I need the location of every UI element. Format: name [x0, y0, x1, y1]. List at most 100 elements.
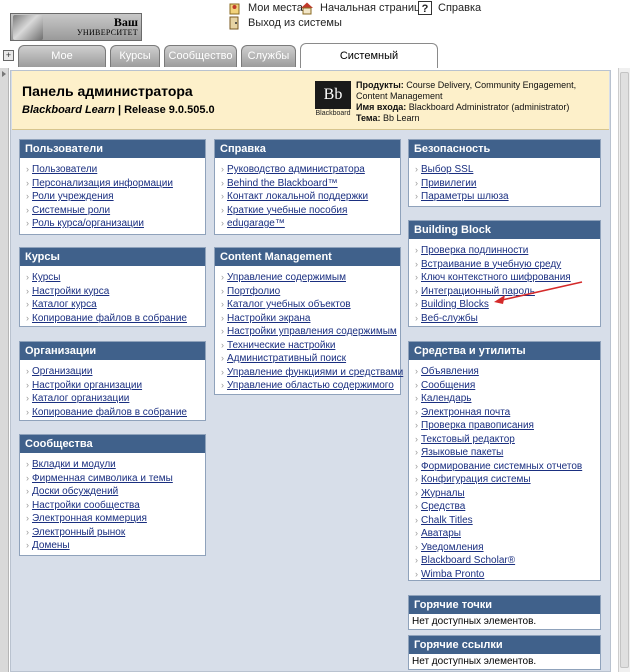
module-link[interactable]: Chalk Titles [421, 515, 473, 526]
module-link[interactable]: Building Blocks [421, 299, 489, 310]
list-item: › Портфолио [221, 285, 400, 299]
module-link[interactable]: Управление функциями и средствами [227, 367, 403, 378]
module-link[interactable]: Каталог организации [32, 393, 129, 404]
module-link[interactable]: Административный поиск [227, 353, 346, 364]
list-item: › Роль курса/организации [26, 217, 205, 231]
module-link[interactable]: Организации [32, 366, 92, 377]
list-item: › Пользователи [26, 163, 205, 177]
list-item: › Календарь [415, 392, 600, 406]
module-link[interactable]: Управление областью содержимого [227, 380, 394, 391]
list-item: › Электронная почта [415, 406, 600, 420]
module-link[interactable]: Встраивание в учебную среду [421, 259, 561, 270]
module-link[interactable]: Доски обсуждений [32, 486, 118, 497]
module-help: Справка › Руководство администратора › Behi… [214, 139, 401, 235]
module-link[interactable]: Параметры шлюза [421, 191, 509, 202]
module-link[interactable]: Blackboard Scholar® [421, 555, 515, 566]
module-title: Content Management [215, 248, 400, 266]
list-item: › Управление содержимым [221, 271, 400, 285]
module-link[interactable]: Привилегии [421, 178, 476, 189]
module-link[interactable]: Журналы [421, 488, 465, 499]
module-link[interactable]: Настройки курса [32, 286, 109, 297]
university-logo[interactable]: Ваш УНИВЕРСИТЕТ [10, 13, 142, 41]
tab-services[interactable]: Службы [241, 45, 296, 67]
module-link[interactable]: Аватары [421, 528, 461, 539]
module-link[interactable]: Управление содержимым [227, 272, 346, 283]
module-link[interactable]: Домены [32, 540, 70, 551]
list-item: › Копирование файлов в собрание [26, 406, 205, 420]
module-link[interactable]: Настройки управления содержимым [227, 326, 397, 337]
list-item: › Встраивание в учебную среду [415, 258, 600, 272]
module-link[interactable]: Объявления [421, 366, 479, 377]
list-item: › Вкладки и модули [26, 458, 205, 472]
module-list: › Вкладки и модули › Фирменная символика и … [20, 453, 205, 553]
my-places-icon [229, 3, 240, 15]
module-link[interactable]: Проверка правописания [421, 420, 534, 431]
module-link[interactable]: Копирование файлов в собрание [32, 407, 187, 418]
module-link[interactable]: Каталог учебных объектов [227, 299, 351, 310]
module-link[interactable]: Портфолио [227, 286, 280, 297]
list-item: › Аватары [415, 527, 600, 541]
module-list: › Пользователи › Персонализация информации … [20, 158, 205, 231]
vertical-scrollbar[interactable] [618, 68, 630, 672]
module-title: Курсы [20, 248, 205, 266]
module-link[interactable]: Календарь [421, 393, 471, 404]
module-link[interactable]: Пользователи [32, 164, 97, 175]
module-link[interactable]: edugarage™ [227, 218, 285, 229]
module-link[interactable]: Копирование файлов в собрание [32, 313, 187, 324]
module-link[interactable]: Ключ контекстного шифрования [421, 272, 571, 283]
module-link[interactable]: Уведомления [421, 542, 484, 553]
tab-courses[interactable]: Курсы [110, 45, 160, 67]
module-link[interactable]: Контакт локальной поддержки [227, 191, 368, 202]
module-link[interactable]: Настройки сообщества [32, 500, 140, 511]
module-link[interactable]: Системные роли [32, 205, 110, 216]
module-link[interactable]: Интеграционный пароль [421, 286, 535, 297]
list-item: › Настройки экрана [221, 312, 400, 326]
module-link[interactable]: Формирование системных отчетов [421, 461, 582, 472]
list-item: › Параметры шлюза [415, 190, 600, 204]
logout-icon [229, 16, 239, 30]
module-link[interactable]: Роли учреждения [32, 191, 114, 202]
module-link[interactable]: Проверка подлинности [421, 245, 528, 256]
tab-menu-toggle-icon[interactable]: + [3, 50, 14, 61]
list-item: › Каталог учебных объектов [221, 298, 400, 312]
module-title: Сообщества [20, 435, 205, 453]
module-link[interactable]: Сообщения [421, 380, 475, 391]
module-link[interactable]: Краткие учебные пособия [227, 205, 347, 216]
module-link[interactable]: Текстовый редактор [421, 434, 515, 445]
module-link[interactable]: Персонализация информации [32, 178, 173, 189]
list-item: › Проверка правописания [415, 419, 600, 433]
module-link[interactable]: Роль курса/организации [32, 218, 144, 229]
module-link[interactable]: Настройки экрана [227, 313, 311, 324]
module-list: › Организации › Настройки организации › Катал… [20, 360, 205, 419]
module-security: Безопасность › Выбор SSL › Привилегии › Парам… [408, 139, 601, 207]
collapse-sidebar-handle[interactable] [0, 68, 9, 672]
tab-system-admin[interactable]: Системный администратор [300, 43, 438, 86]
module-link[interactable]: Фирменная символика и темы [32, 473, 173, 484]
module-link[interactable]: Курсы [32, 272, 60, 283]
module-link[interactable]: Технические настройки [227, 340, 335, 351]
blackboard-logo-mark: Bb [315, 81, 351, 109]
module-link[interactable]: Электронная коммерция [32, 513, 147, 524]
module-link[interactable]: Конфигурация системы [421, 474, 531, 485]
module-link[interactable]: Электронная почта [421, 407, 510, 418]
module-link[interactable]: Wimba Pronto [421, 569, 484, 580]
module-link[interactable]: Настройки организации [32, 380, 142, 391]
module-link[interactable]: Средства [421, 501, 465, 512]
module-link[interactable]: Веб-службы [421, 313, 478, 324]
svg-text:?: ? [422, 3, 429, 15]
release-version: | Release 9.0.505.0 [114, 104, 215, 116]
module-link[interactable]: Языковые пакеты [421, 447, 503, 458]
module-link[interactable]: Электронный рынок [32, 527, 125, 538]
tab-community[interactable]: Сообщество [164, 45, 237, 67]
module-link[interactable]: Каталог курса [32, 299, 97, 310]
scrollbar-thumb[interactable] [620, 72, 629, 668]
list-item: › Текстовый редактор [415, 433, 600, 447]
module-link[interactable]: Behind the Blackboard™ [227, 178, 338, 189]
expand-arrow-icon [2, 71, 6, 77]
module-tools-utilities: Средства и утилиты › Объявления › Сообщения… [408, 341, 601, 581]
module-link[interactable]: Выбор SSL [421, 164, 473, 175]
module-link[interactable]: Вкладки и модули [32, 459, 116, 470]
module-link[interactable]: Руководство администратора [227, 164, 365, 175]
tab-my-institution[interactable]: Мое учреждение [18, 45, 106, 83]
list-item: › Blackboard Scholar® [415, 554, 600, 568]
